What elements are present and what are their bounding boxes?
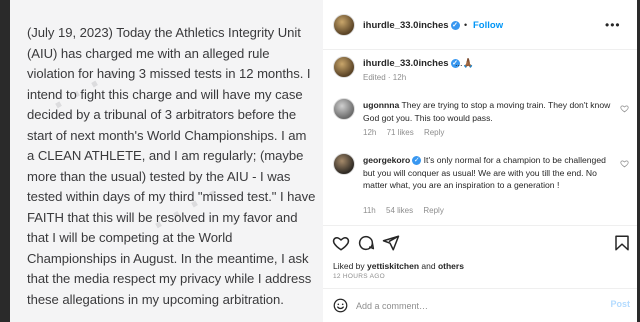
heart-icon[interactable] <box>620 159 629 168</box>
comment-meta: 11h 54 likes Reply <box>363 206 452 215</box>
username-text[interactable]: ihurdle_33.0inches <box>363 20 449 31</box>
separator-dot: • <box>464 20 468 30</box>
post-button[interactable]: Post <box>610 299 630 309</box>
post-image[interactable]: · · · · · · · · (July 19, 2023) Today th… <box>10 0 323 322</box>
comment-username[interactable]: ugonnna <box>363 100 399 110</box>
heart-icon[interactable] <box>620 104 629 113</box>
post-header: ihurdle_33.0inches ✓ • Follow ••• <box>323 0 640 50</box>
caption-text: ...🙏🏾 <box>455 58 474 68</box>
verified-icon: ✓ <box>412 156 422 166</box>
add-comment-bar: Post <box>323 288 640 322</box>
liked-prefix: Liked by <box>333 261 365 271</box>
comment-input[interactable] <box>356 298 596 314</box>
post-time-ago: 12 HOURS AGO <box>333 273 386 280</box>
comment-username[interactable]: georgekoro <box>363 155 410 165</box>
comment-icon[interactable] <box>357 234 375 252</box>
caption-edited: Edited · 12h <box>363 73 407 82</box>
reply-button[interactable]: Reply <box>423 206 443 215</box>
verified-icon: ✓ <box>450 20 460 30</box>
header-username[interactable]: ihurdle_33.0inches ✓ <box>363 20 460 31</box>
comment-likes[interactable]: 54 likes <box>386 206 413 215</box>
caption-username[interactable]: ihurdle_33.0inches ✓ <box>363 58 460 69</box>
avatar[interactable] <box>333 56 355 78</box>
comment-time: 11h <box>363 206 376 215</box>
username-text[interactable]: ihurdle_33.0inches <box>363 58 449 69</box>
comment: georgekoro ✓ It's only normal for a champ… <box>363 154 613 192</box>
comment-likes[interactable]: 71 likes <box>387 128 414 137</box>
post-image-text: (July 19, 2023) Today the Athletics Inte… <box>27 25 316 307</box>
heart-icon[interactable] <box>332 234 350 252</box>
reply-button[interactable]: Reply <box>424 128 444 137</box>
follow-button[interactable]: Follow <box>473 20 503 31</box>
emoji-icon[interactable] <box>333 298 348 313</box>
action-bar <box>323 225 640 255</box>
more-icon[interactable]: ••• <box>605 18 621 32</box>
avatar[interactable] <box>333 14 355 36</box>
comment-body: They are trying to stop a moving train. … <box>363 100 611 123</box>
post-side-panel: ihurdle_33.0inches ✓ • Follow ••• ihurdle… <box>323 0 640 322</box>
avatar[interactable] <box>333 153 355 175</box>
liked-others[interactable]: others <box>438 261 464 271</box>
comment-time: 12h <box>363 128 377 137</box>
instagram-post-view: · · · · · · · · (July 19, 2023) Today th… <box>0 0 640 322</box>
liked-user[interactable]: yettiskitchen <box>367 261 419 271</box>
avatar[interactable] <box>333 98 355 120</box>
liked-and: and <box>421 261 436 271</box>
liked-by: Liked by yettiskitchen and others <box>333 261 464 271</box>
comment: ugonnna They are trying to stop a moving… <box>363 99 613 124</box>
bookmark-icon[interactable] <box>613 234 631 252</box>
comment-meta: 12h 71 likes Reply <box>363 128 452 137</box>
share-icon[interactable] <box>382 234 400 252</box>
